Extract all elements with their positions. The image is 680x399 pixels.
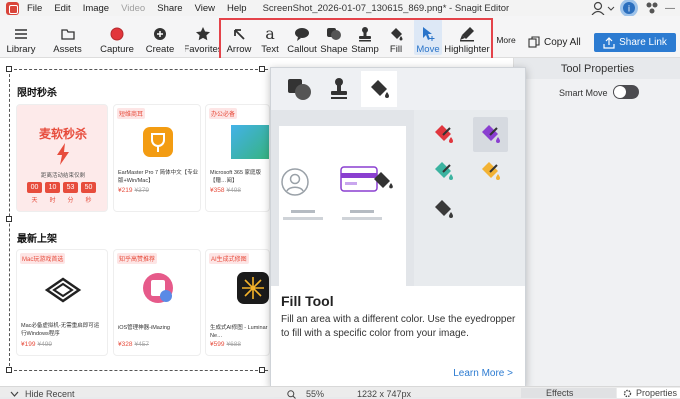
folder-icon [60,29,75,40]
popup-description: Fill an area with a different color. Use… [281,314,516,339]
popup-tabs [271,68,525,110]
resize-handle[interactable] [6,66,12,72]
menu-lines-icon [15,29,27,39]
resize-handle[interactable] [6,367,12,373]
image-dimensions[interactable]: 1232 x 747px [357,389,411,399]
resize-handle[interactable] [6,216,12,222]
plus-circle-icon [154,28,166,40]
library-button[interactable]: Library [4,19,38,55]
smart-move-label: Smart Move [559,88,608,98]
menu-image[interactable]: Image [83,3,109,14]
hide-recent-button[interactable]: Hide Recent [10,389,75,399]
copy-icon [528,36,540,48]
tool-properties-panel: Tool Properties Smart Move [513,58,680,386]
create-button[interactable]: Create [143,19,177,55]
assets-button[interactable]: Assets [45,19,90,55]
menu-share[interactable]: Share [157,3,182,14]
favorites-button[interactable]: Favorites [185,19,221,55]
popup-title: Fill Tool [281,293,334,309]
window-title: ScreenShot_2026-01-07_130615_869.png* - … [262,2,510,14]
gear-icon [623,389,632,397]
capture-button[interactable]: Capture [97,19,137,55]
illustration-card [279,126,406,286]
stamp-icon [331,78,347,99]
notification-icon[interactable]: i [618,0,640,17]
menu-bar: File Edit Image Video Share View Help Sc… [0,0,680,16]
tools-highlight-box [219,18,493,61]
fill-purple-icon [482,125,500,143]
star-icon [196,27,210,41]
share-icon [603,36,615,49]
fill-tool-tooltip: Fill Tool Fill an area with a different … [270,67,526,387]
text-line [291,210,315,213]
title-controls: i — [590,0,680,17]
user-avatar-icon [281,168,309,196]
paint-bucket-icon [371,80,389,98]
fill-red-icon [435,125,453,143]
community-icon[interactable] [644,1,660,15]
resize-handle[interactable] [259,66,265,72]
resize-handle[interactable] [259,367,265,373]
text-line [283,217,323,220]
text-line [350,210,374,213]
share-link-button[interactable]: Share Link [594,33,676,52]
fill-dark-icon [435,200,453,218]
more-button[interactable]: More [494,19,518,55]
snagit-logo-icon [6,1,19,15]
shape-icon [288,79,311,100]
menu-help[interactable]: Help [227,3,247,14]
popup-tab-stamp[interactable] [321,71,357,107]
chevron-down-icon [10,391,19,397]
svg-text:i: i [628,4,630,14]
panel-title: Tool Properties [514,58,680,79]
menu-edit[interactable]: Edit [54,3,70,14]
smart-move-toggle[interactable] [613,85,639,99]
popup-tab-fill[interactable] [361,71,397,107]
status-bar: Hide Recent 55% 1232 x 747px Effects Pro… [0,386,680,399]
popup-tab-shape[interactable] [281,71,317,107]
copy-all-button[interactable]: Copy All [528,36,581,48]
fill-tool-illustration [271,110,525,286]
menu-view[interactable]: View [195,3,215,14]
learn-more-link[interactable]: Learn More > [453,368,513,379]
credit-card-icon [340,166,393,192]
zoom-dropdown[interactable]: 55% [287,389,324,399]
account-icon[interactable] [590,1,616,15]
search-icon [287,389,296,399]
text-line [342,217,382,220]
menu-video: Video [121,2,146,14]
menu-file[interactable]: File [27,3,42,14]
record-icon [110,27,124,41]
fill-yellow-icon [482,162,500,180]
minimize-button[interactable]: — [660,3,680,14]
fill-teal-icon [435,162,453,180]
